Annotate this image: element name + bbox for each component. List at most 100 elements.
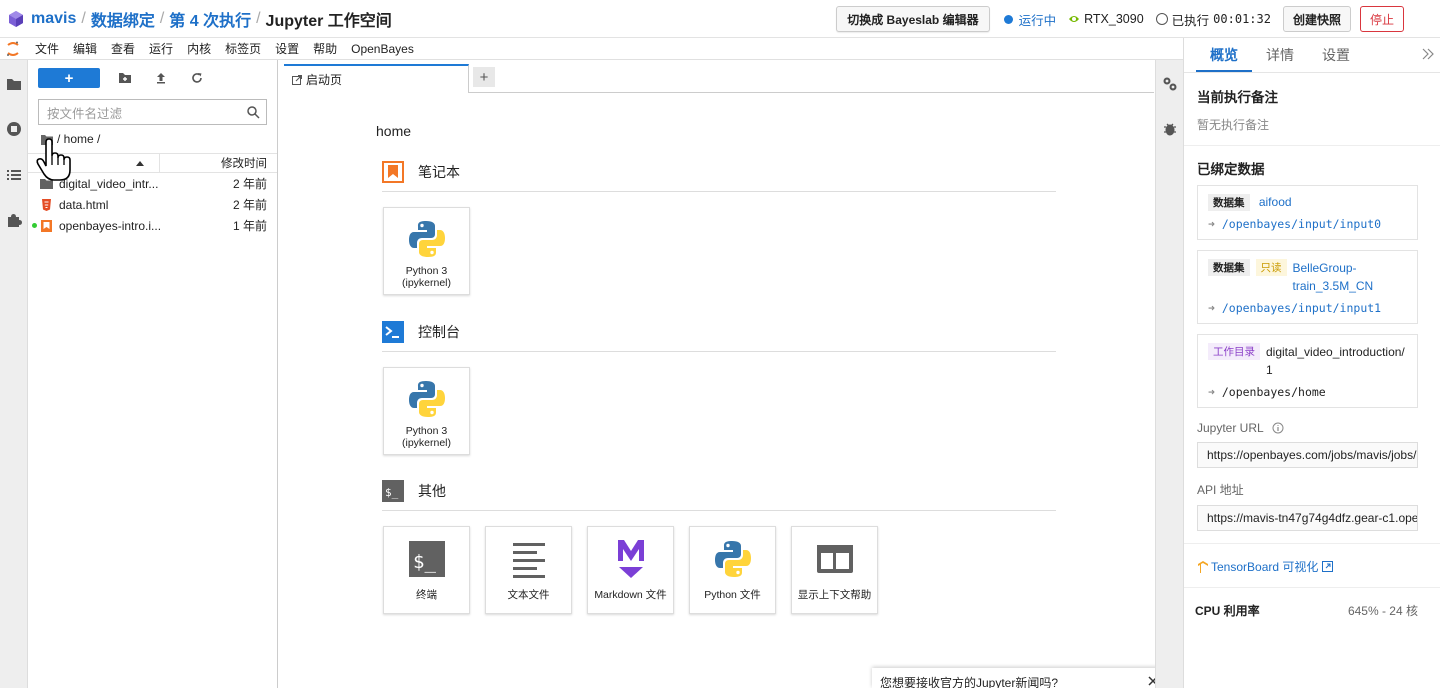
contextual-help-card[interactable]: 显示上下文帮助 <box>791 526 878 614</box>
text-file-icon <box>512 543 545 578</box>
menu-openbayes[interactable]: OpenBayes <box>344 42 421 56</box>
news-text: 您想要接收官方的Jupyter新闻吗? <box>880 676 1059 688</box>
menu-file[interactable]: 文件 <box>28 40 66 57</box>
new-launcher-button[interactable]: + <box>38 68 100 88</box>
column-modified[interactable]: 修改时间 <box>160 155 277 171</box>
tab-launcher[interactable]: 启动页 <box>284 64 469 93</box>
jupyter-logo-icon <box>7 41 19 56</box>
menu-view[interactable]: 查看 <box>104 40 142 57</box>
api-url-field[interactable]: https://mavis-tn47g74g4dfz.gear-c1.openb… <box>1197 505 1418 531</box>
section-label: 其他 <box>418 483 446 499</box>
python-file-card[interactable]: Python 文件 <box>689 526 776 614</box>
stop-button[interactable]: 停止 <box>1359 6 1404 32</box>
add-tab-button[interactable]: + <box>473 67 495 87</box>
binding-path: ➜ /openbayes/input/input0 <box>1208 217 1382 231</box>
property-inspector-icon[interactable] <box>1162 76 1178 92</box>
menu-edit[interactable]: 编辑 <box>66 40 104 57</box>
file-time: 1 年前 <box>232 219 267 233</box>
create-snapshot-button[interactable]: 创建快照 <box>1282 6 1351 32</box>
file-name: data.html <box>59 197 109 212</box>
table-of-contents-icon[interactable] <box>6 167 22 183</box>
text-file-card[interactable]: 文本文件 <box>485 526 572 614</box>
card-label: 显示上下文帮助 <box>797 589 872 601</box>
top-bar: mavis / 数据绑定 / 第 4 次执行 / Jupyter 工作空间 切换… <box>0 0 1440 38</box>
file-toolbar: + <box>28 60 277 96</box>
jupyter-url-field[interactable]: https://openbayes.com/jobs/mavis/jobs/ <box>1197 442 1418 468</box>
card-label: Python 3 (ipykernel) <box>401 425 451 449</box>
panel-divider <box>1184 587 1440 588</box>
binding-card: 数据集 aifood ➜ /openbayes/input/input0 <box>1197 185 1418 240</box>
status-text: 运行中 <box>1018 13 1057 28</box>
clock-icon <box>1155 13 1168 25</box>
switch-editor-button[interactable]: 切换成 Bayeslab 编辑器 <box>836 6 990 32</box>
file-row[interactable]: data.html 2 年前 <box>28 194 277 215</box>
main-area: 启动页 + home 笔记本 Python 3 (ipykernel) 控制台 <box>284 60 1166 688</box>
cpu-value: 645% - 24 核 <box>1347 604 1418 618</box>
menu-tabs[interactable]: 标签页 <box>218 40 268 57</box>
console-section-icon <box>382 321 404 343</box>
file-name: openbayes-intro.i... <box>59 218 162 233</box>
menu-kernel[interactable]: 内核 <box>180 40 218 57</box>
cpu-label: CPU 利用率 <box>1195 604 1260 618</box>
tab-label: 启动页 <box>306 73 343 87</box>
python-icon <box>408 381 445 417</box>
running-kernels-icon[interactable] <box>6 121 22 137</box>
elapsed-time: 00:01:32 <box>1213 12 1271 26</box>
notebook-python3-card[interactable]: Python 3 (ipykernel) <box>383 207 470 295</box>
elapsed-info: 已执行 00:01:32 <box>1155 10 1271 29</box>
info-icon[interactable] <box>1272 422 1284 434</box>
readonly-badge: 只读 <box>1255 259 1287 276</box>
markdown-file-card[interactable]: Markdown 文件 <box>587 526 674 614</box>
binding-card: 数据集 只读 BelleGroup-train_3.5M_CN ➜ /openb… <box>1197 250 1418 324</box>
python-icon <box>408 221 445 257</box>
tab-overview[interactable]: 概览 <box>1196 45 1252 72</box>
search-icon <box>247 106 260 119</box>
news-notification: 您想要接收官方的Jupyter新闻吗? <box>872 668 1166 688</box>
breadcrumb-run[interactable]: 第 4 次执行 <box>169 7 251 31</box>
console-section-title: 控制台 <box>382 321 460 343</box>
console-python3-card[interactable]: Python 3 (ipykernel) <box>383 367 470 455</box>
menu-help[interactable]: 帮助 <box>306 40 344 57</box>
section-label: 控制台 <box>418 324 460 340</box>
binding-name-link[interactable]: BelleGroup-train_3.5M_CN <box>1293 259 1393 295</box>
breadcrumb: mavis / 数据绑定 / 第 4 次执行 / Jupyter 工作空间 <box>31 7 392 31</box>
panel-divider <box>1184 145 1440 146</box>
nvidia-icon <box>1069 16 1080 22</box>
collapse-panel-icon[interactable] <box>1422 48 1434 60</box>
section-divider <box>382 191 1056 192</box>
panel-tabs: 概览 详情 设置 <box>1184 38 1440 73</box>
tab-details[interactable]: 详情 <box>1252 45 1308 72</box>
debugger-icon[interactable] <box>1162 121 1178 137</box>
upload-icon[interactable] <box>154 71 168 85</box>
breadcrumb-task[interactable]: 数据绑定 <box>91 7 155 31</box>
file-filter-input[interactable]: 按文件名过滤 <box>38 99 267 125</box>
new-folder-icon[interactable] <box>118 71 132 85</box>
section-divider <box>382 510 1056 511</box>
file-name: digital_video_intr... <box>59 176 159 191</box>
notebook-icon <box>41 219 52 232</box>
launcher: home 笔记本 Python 3 (ipykernel) 控制台 Python… <box>284 94 1166 688</box>
other-section-title: $_ 其他 <box>382 480 446 502</box>
file-time: 2 年前 <box>232 177 267 191</box>
terminal-card[interactable]: $_ 终端 <box>383 526 470 614</box>
tab-bar: 启动页 + <box>284 60 1154 93</box>
tensorboard-icon <box>1198 560 1208 573</box>
menu-run[interactable]: 运行 <box>142 40 180 57</box>
refresh-icon[interactable] <box>190 71 204 85</box>
extension-icon[interactable] <box>6 212 22 228</box>
tensorboard-link[interactable]: TensorBoard 可视化 <box>1197 558 1440 575</box>
folder-icon[interactable] <box>6 76 22 92</box>
tab-settings[interactable]: 设置 <box>1308 45 1364 72</box>
page-title: Jupyter 工作空间 <box>265 12 392 30</box>
binding-name: digital_video_introduction/1 <box>1266 345 1405 377</box>
terminal-icon: $_ <box>408 541 445 577</box>
file-row[interactable]: openbayes-intro.i... 1 年前 <box>28 215 277 236</box>
status-dot-icon <box>1003 14 1013 24</box>
file-time: 2 年前 <box>232 198 267 212</box>
breadcrumb-project[interactable]: mavis <box>31 10 76 28</box>
menu-settings[interactable]: 设置 <box>268 40 306 57</box>
filter-placeholder: 按文件名过滤 <box>47 106 123 121</box>
binding-name-link[interactable]: aifood <box>1259 195 1292 209</box>
workdir-badge: 工作目录 <box>1208 343 1260 360</box>
notes-title: 当前执行备注 <box>1197 90 1278 105</box>
